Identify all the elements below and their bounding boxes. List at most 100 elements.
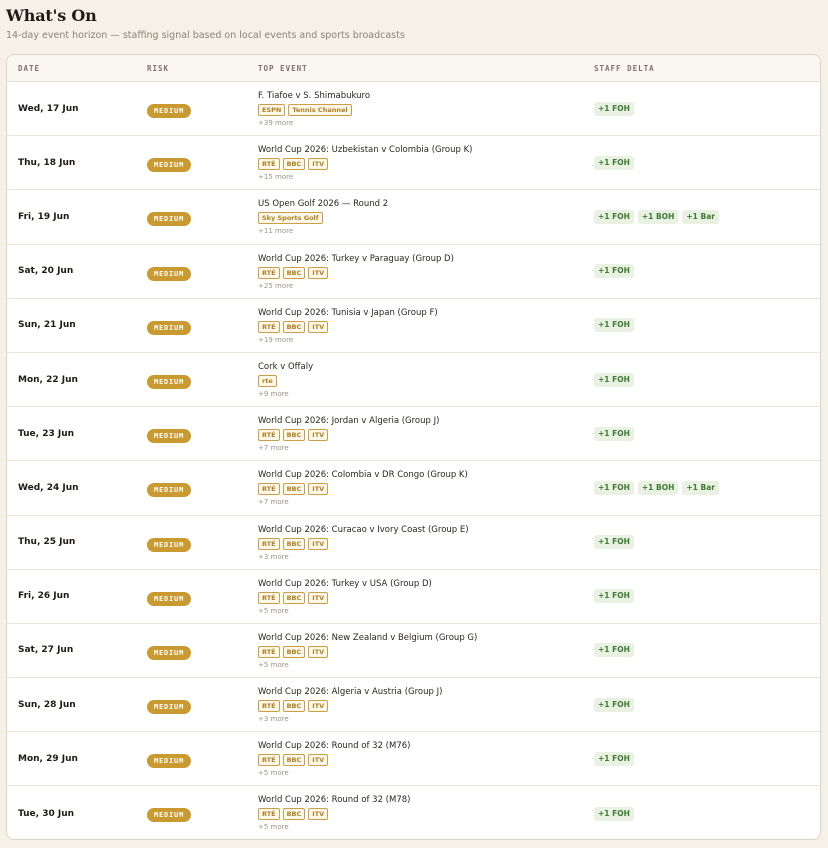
more-events-link[interactable]: +7 more: [258, 497, 468, 507]
event-title[interactable]: World Cup 2026: Jordan v Algeria (Group …: [258, 415, 439, 427]
top-event: World Cup 2026: Turkey v USA (Group D) RT…: [258, 578, 432, 616]
event-title[interactable]: F. Tiafoe v S. Shimabukuro: [258, 90, 370, 102]
broadcaster-tags: RTÉ BBC ITV: [258, 429, 439, 442]
more-events-link[interactable]: +3 more: [258, 552, 469, 562]
header-top-event[interactable]: TOP EVENT: [258, 64, 308, 73]
row-date: Mon, 22 Jun: [18, 374, 78, 385]
event-title[interactable]: World Cup 2026: Tunisia v Japan (Group F…: [258, 307, 438, 319]
header-date[interactable]: DATE: [18, 64, 40, 73]
event-title[interactable]: World Cup 2026: Algeria v Austria (Group…: [258, 686, 442, 698]
event-title[interactable]: Cork v Offaly: [258, 361, 313, 373]
broadcaster-tag: RTÉ: [258, 429, 280, 442]
broadcaster-tag: ITV: [308, 645, 329, 658]
staff-delta: +1 FOH: [594, 786, 634, 839]
table-row[interactable]: Mon, 29 Jun MEDIUM World Cup 2026: Round o…: [7, 732, 820, 787]
more-events-link[interactable]: +5 more: [258, 768, 410, 778]
table-row[interactable]: Tue, 30 Jun MEDIUM World Cup 2026: Round o…: [7, 786, 820, 839]
row-date: Fri, 26 Jun: [18, 591, 70, 602]
broadcaster-tag: Sky Sports Golf: [258, 212, 323, 225]
top-event: World Cup 2026: Uzbekistan v Colombia (G…: [258, 144, 473, 182]
row-date: Wed, 24 Jun: [18, 482, 79, 493]
risk-badge: MEDIUM: [147, 645, 192, 660]
table-row[interactable]: Wed, 24 Jun MEDIUM World Cup 2026: Colombi…: [7, 461, 820, 516]
event-title[interactable]: World Cup 2026: Round of 32 (M76): [258, 740, 410, 752]
more-events-link[interactable]: +25 more: [258, 281, 454, 291]
event-title[interactable]: World Cup 2026: Curacao v Ivory Coast (G…: [258, 524, 469, 536]
table-row[interactable]: Wed, 17 Jun MEDIUM F. Tiafoe v S. Shimabuk…: [7, 82, 820, 137]
table-row[interactable]: Sun, 28 Jun MEDIUM World Cup 2026: Algeria…: [7, 678, 820, 733]
risk-badge: MEDIUM: [147, 104, 192, 118]
risk-badge: MEDIUM: [147, 266, 192, 281]
event-title[interactable]: US Open Golf 2026 — Round 2: [258, 198, 388, 210]
broadcaster-tags: RTÉ BBC ITV: [258, 754, 410, 767]
event-title[interactable]: World Cup 2026: New Zealand v Belgium (G…: [258, 632, 477, 644]
broadcaster-tag: RTÉ: [258, 645, 280, 658]
table-row[interactable]: Tue, 23 Jun MEDIUM World Cup 2026: Jordan …: [7, 407, 820, 462]
more-events-link[interactable]: +7 more: [258, 443, 439, 453]
staff-delta: +1 FOH: [594, 299, 634, 352]
top-event: World Cup 2026: Jordan v Algeria (Group …: [258, 415, 439, 453]
more-events-link[interactable]: +5 more: [258, 660, 477, 670]
staff-delta: +1 FOH: [594, 136, 634, 189]
risk-badge: MEDIUM: [147, 158, 192, 173]
broadcaster-tags: RTÉ BBC ITV: [258, 483, 468, 496]
top-event: US Open Golf 2026 — Round 2 Sky Sports Go…: [258, 198, 388, 236]
table-row[interactable]: Fri, 26 Jun MEDIUM World Cup 2026: Turkey …: [7, 570, 820, 624]
broadcaster-tag: BBC: [282, 537, 306, 550]
header-staff-delta[interactable]: STAFF DELTA: [594, 64, 655, 73]
broadcaster-tag: ITV: [308, 754, 329, 767]
top-event: Cork v Offaly rte +9 more: [258, 361, 313, 399]
staff-delta: +1 FOH: [594, 245, 634, 298]
more-events-link[interactable]: +11 more: [258, 226, 388, 236]
staff-delta: +1 FOH: [594, 353, 634, 406]
more-events-link[interactable]: +39 more: [258, 118, 370, 128]
table-header: DATE RISK TOP EVENT STAFF DELTA: [7, 55, 820, 82]
broadcaster-tag: RTÉ: [258, 483, 280, 496]
table-row[interactable]: Sat, 20 Jun MEDIUM World Cup 2026: Turkey …: [7, 245, 820, 299]
event-title[interactable]: World Cup 2026: Uzbekistan v Colombia (G…: [258, 144, 473, 156]
more-events-link[interactable]: +19 more: [258, 335, 438, 345]
table-row[interactable]: Sat, 27 Jun MEDIUM World Cup 2026: New Zea…: [7, 624, 820, 679]
broadcaster-tag: BBC: [282, 429, 306, 442]
header-risk[interactable]: RISK: [147, 64, 169, 73]
top-event: World Cup 2026: Turkey v Paraguay (Group…: [258, 253, 454, 291]
more-events-link[interactable]: +15 more: [258, 172, 473, 182]
table-body: Wed, 17 Jun MEDIUM F. Tiafoe v S. Shimabuk…: [7, 82, 820, 839]
broadcaster-tag: BBC: [282, 754, 306, 767]
table-row[interactable]: Mon, 22 Jun MEDIUM Cork v Offaly rte +9 more…: [7, 353, 820, 408]
staff-delta-pill: +1 FOH: [594, 264, 634, 279]
staff-delta-pill: +1 FOH: [594, 535, 634, 550]
staff-delta-pill: +1 FOH: [594, 697, 634, 712]
staff-delta: +1 FOH +1 BOH +1 Bar: [594, 461, 719, 514]
table-row[interactable]: Thu, 18 Jun MEDIUM World Cup 2026: Uzbekis…: [7, 136, 820, 191]
broadcaster-tags: RTÉ BBC ITV: [258, 808, 410, 821]
event-title[interactable]: World Cup 2026: Turkey v Paraguay (Group…: [258, 253, 454, 265]
event-title[interactable]: World Cup 2026: Round of 32 (M78): [258, 794, 410, 806]
more-events-link[interactable]: +5 more: [258, 606, 432, 616]
top-event: World Cup 2026: Tunisia v Japan (Group F…: [258, 307, 438, 345]
row-date: Sat, 20 Jun: [18, 266, 74, 277]
staff-delta: +1 FOH: [594, 678, 634, 731]
broadcaster-tag: RTÉ: [258, 591, 280, 604]
event-title[interactable]: World Cup 2026: Turkey v USA (Group D): [258, 578, 432, 590]
table-row[interactable]: Sun, 21 Jun MEDIUM World Cup 2026: Tunisia…: [7, 299, 820, 353]
staff-delta-pill: +1 FOH: [594, 318, 634, 333]
risk-badge: MEDIUM: [147, 212, 192, 227]
more-events-link[interactable]: +9 more: [258, 389, 313, 399]
top-event: World Cup 2026: New Zealand v Belgium (G…: [258, 632, 477, 670]
table-row[interactable]: Fri, 19 Jun MEDIUM US Open Golf 2026 — Rou…: [7, 190, 820, 245]
staff-delta-pill: +1 FOH: [594, 643, 634, 658]
more-events-link[interactable]: +3 more: [258, 714, 442, 724]
broadcaster-tag: ITV: [308, 429, 329, 442]
staff-delta-pill: +1 FOH: [594, 806, 634, 821]
broadcaster-tag: RTÉ: [258, 700, 280, 713]
row-date: Sun, 21 Jun: [18, 320, 76, 331]
event-title[interactable]: World Cup 2026: Colombia v DR Congo (Gro…: [258, 469, 468, 481]
events-table: DATE RISK TOP EVENT STAFF DELTA Wed, 17 …: [6, 54, 821, 840]
table-row[interactable]: Thu, 25 Jun MEDIUM World Cup 2026: Curacao…: [7, 516, 820, 570]
broadcaster-tag: BBC: [282, 700, 306, 713]
broadcaster-tag: RTÉ: [258, 266, 280, 279]
staff-delta-pill: +1 FOH: [594, 101, 634, 116]
page-subtitle: 14-day event horizon — staffing signal b…: [6, 30, 405, 41]
more-events-link[interactable]: +5 more: [258, 822, 410, 832]
